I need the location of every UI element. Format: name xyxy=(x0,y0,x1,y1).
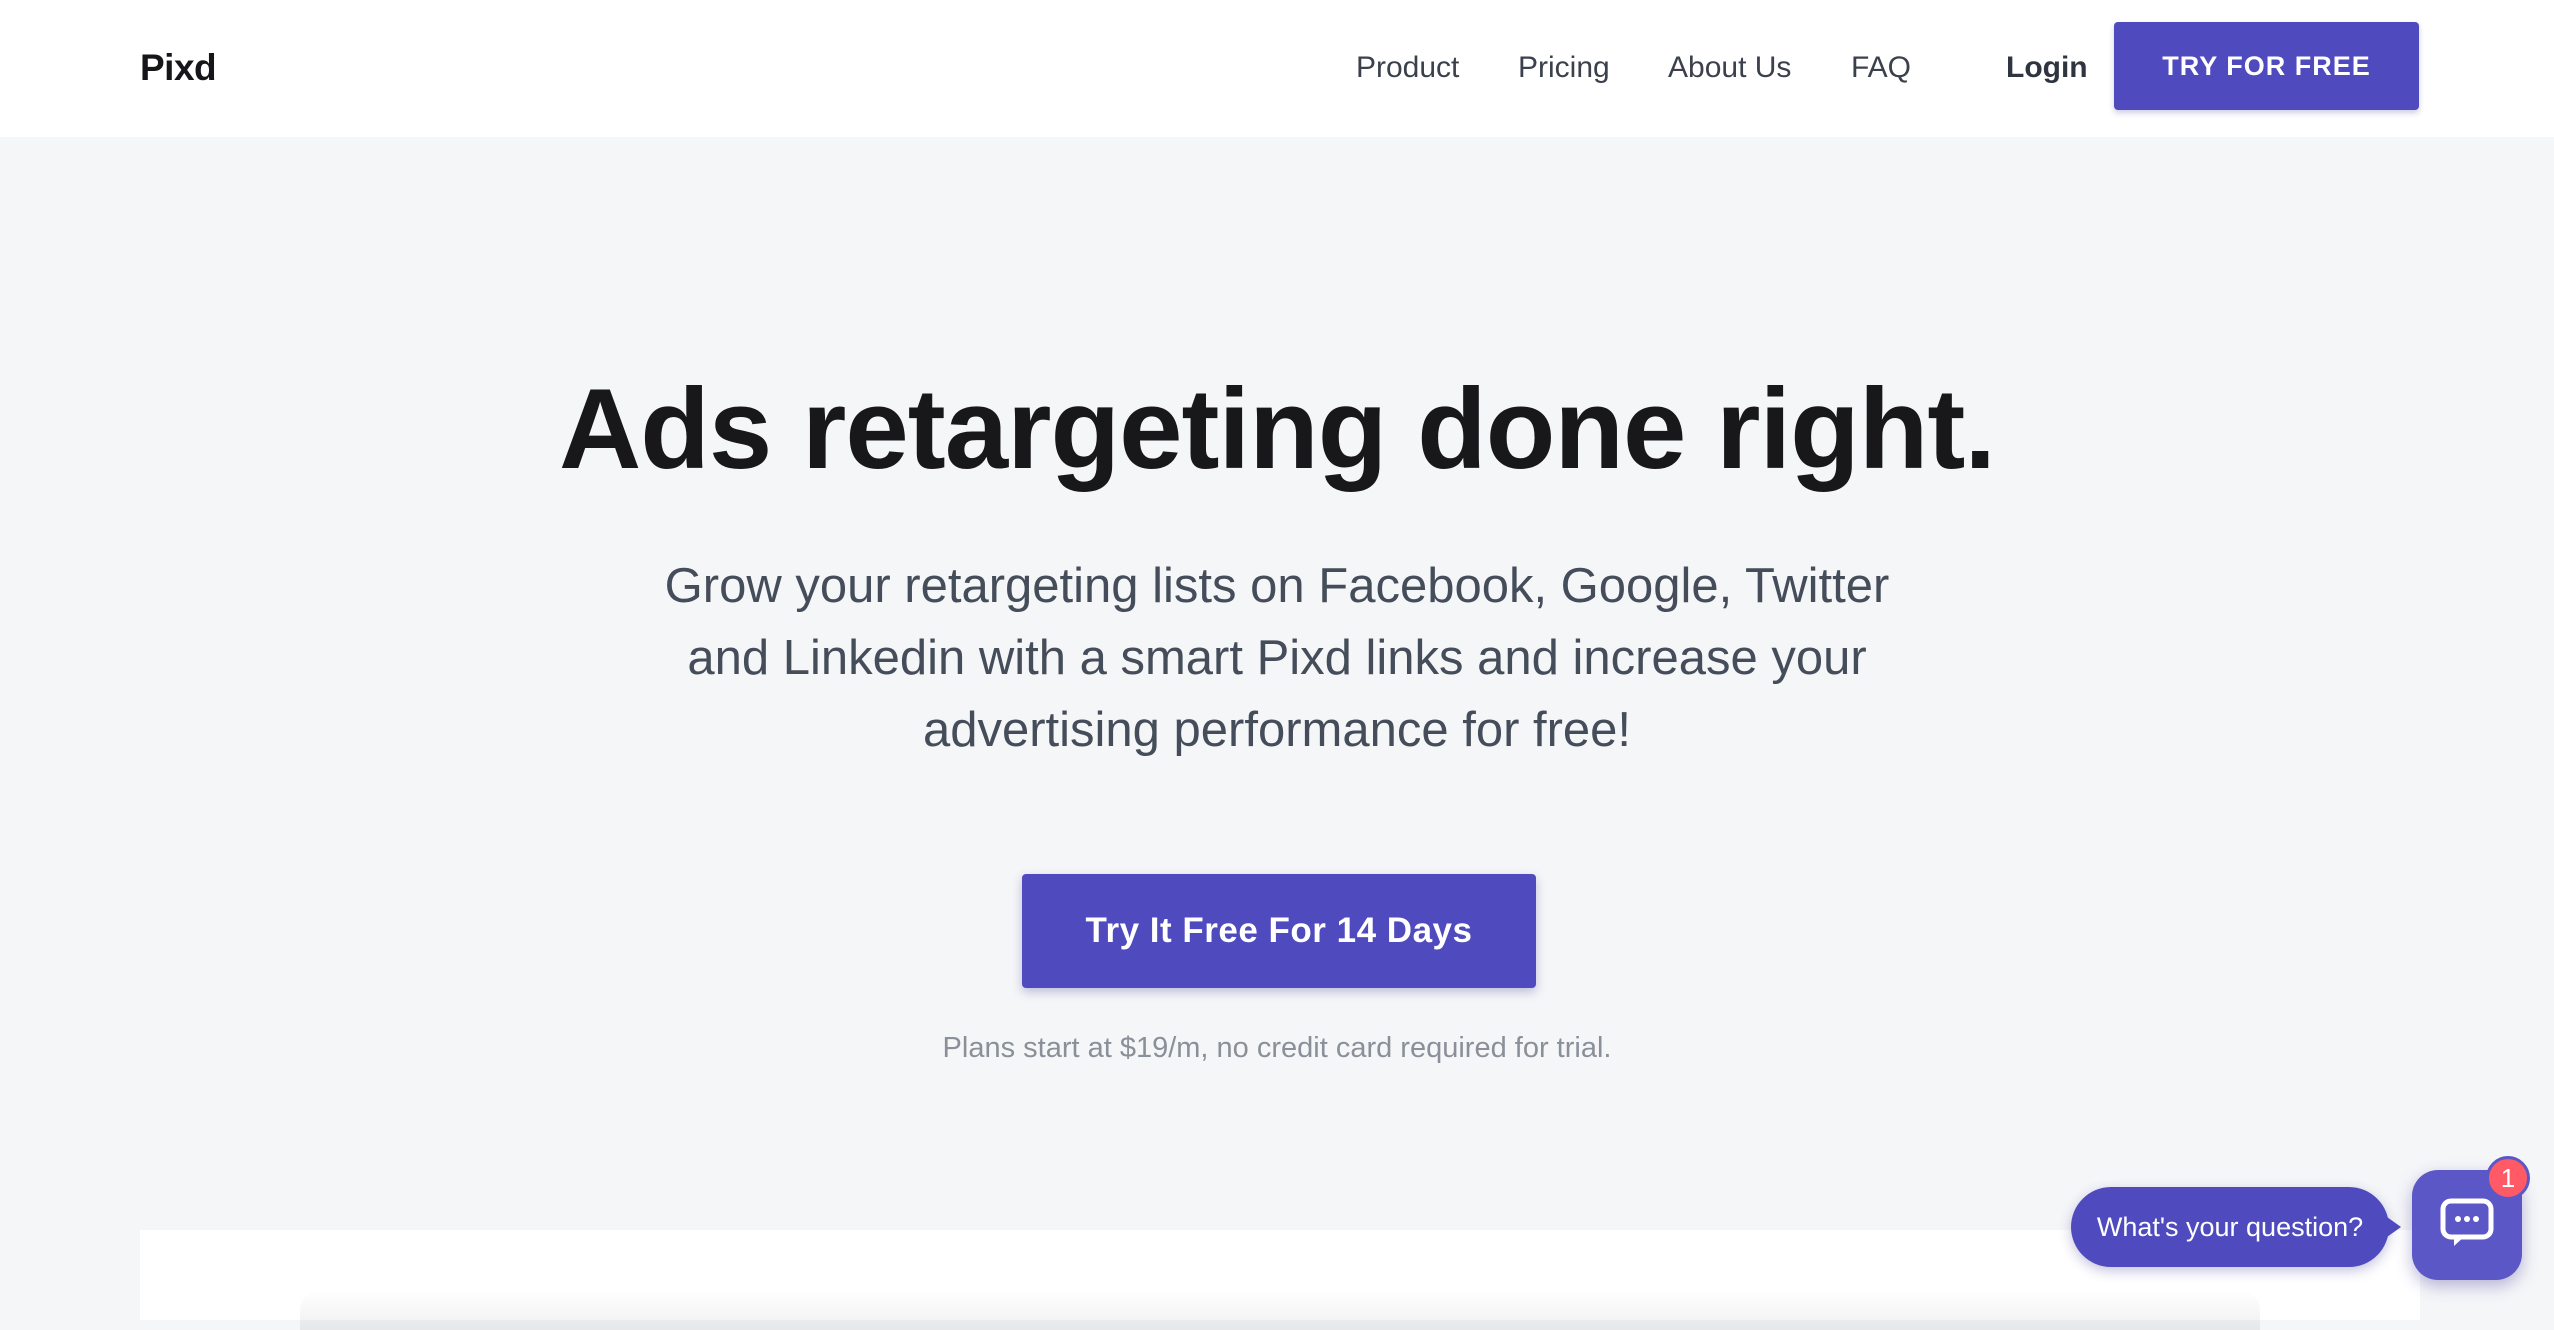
nav-link-about-us[interactable]: About Us xyxy=(1668,48,1791,88)
hero-subtitle-line: and Linkedin with a smart Pixd links and… xyxy=(687,631,1867,685)
hero-subtitle-line: advertising performance for free! xyxy=(922,703,1632,757)
login-link[interactable]: Login xyxy=(2006,48,2088,88)
hero-subtitle-line: Grow your retargeting lists on Facebook,… xyxy=(664,559,1890,613)
chat-prompt-text: What's your question? xyxy=(2096,1211,2364,1242)
site-header: Pixd Product Pricing About Us FAQ Login … xyxy=(0,0,2554,137)
nav-link-pricing[interactable]: Pricing xyxy=(1518,48,1610,88)
pricing-note: Plans start at $19/m, no credit card req… xyxy=(942,1032,1612,1064)
chat-prompt-bubble[interactable]: What's your question? xyxy=(2071,1187,2401,1267)
try-free-14-days-button[interactable]: Try It Free For 14 Days xyxy=(1022,874,1536,988)
hero-title: Ads retargeting done right. xyxy=(558,366,1996,493)
try-for-free-button[interactable]: TRY FOR FREE xyxy=(2114,22,2419,110)
preview-shadow xyxy=(300,1290,2260,1330)
chat-unread-badge: 1 xyxy=(2486,1156,2530,1200)
chat-bubble-icon xyxy=(2440,1198,2494,1253)
nav-link-product[interactable]: Product xyxy=(1356,48,1459,88)
logo[interactable]: Pixd xyxy=(140,46,217,90)
nav-link-faq[interactable]: FAQ xyxy=(1851,48,1911,88)
hero-subtitle: Grow your retargeting lists on Facebook,… xyxy=(627,550,1927,766)
